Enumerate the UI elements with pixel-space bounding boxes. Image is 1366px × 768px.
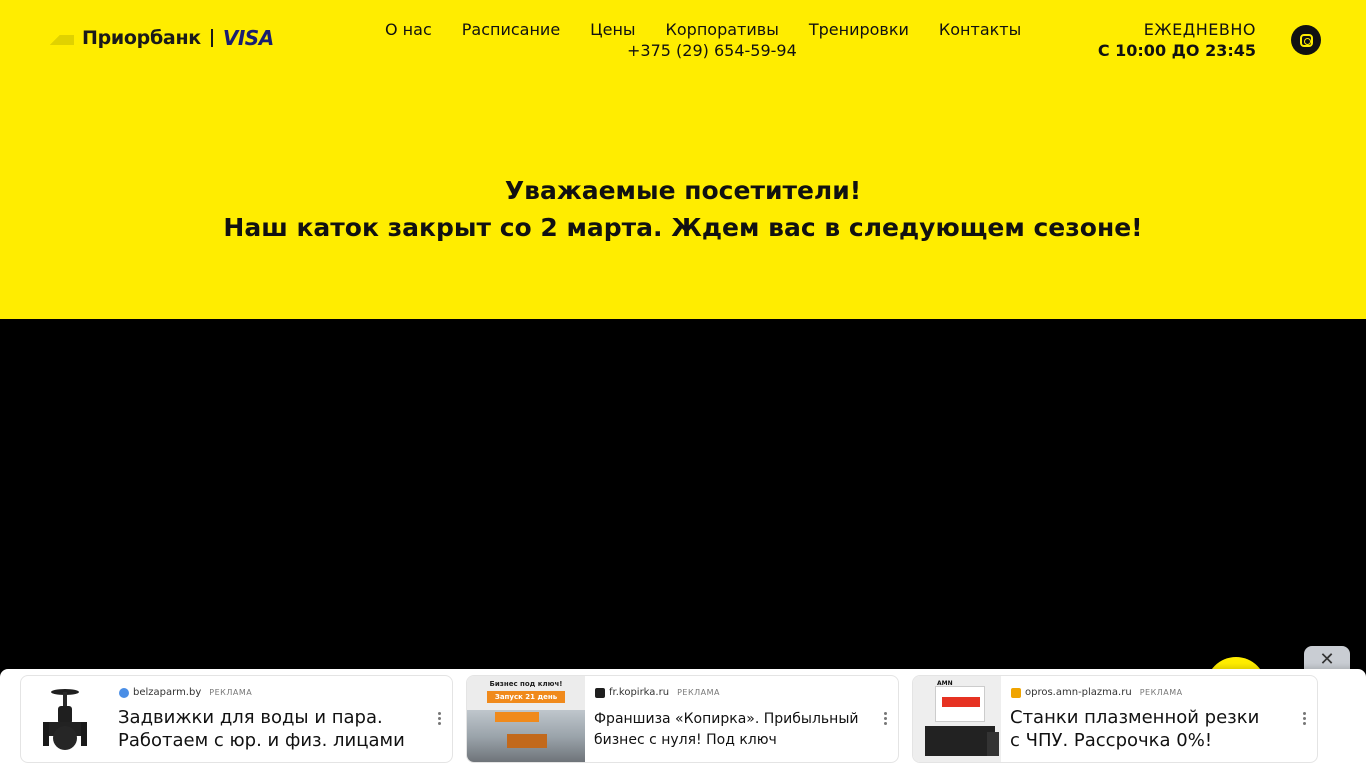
instagram-glyph bbox=[1299, 33, 1313, 47]
ad-label: РЕКЛАМА bbox=[1139, 688, 1183, 697]
ad-image: AMN bbox=[913, 676, 1001, 762]
phone-link[interactable]: +375 (29) 654-59-94 bbox=[627, 41, 797, 61]
ad-source: opros.amn-plazma.ru РЕКЛАМА bbox=[1011, 687, 1183, 698]
ad-label: РЕКЛАМА bbox=[209, 688, 253, 697]
notice-line-1: Уважаемые посетители! bbox=[504, 176, 862, 205]
ad-title-line: Задвижки для воды и пара. bbox=[118, 707, 383, 728]
ad-title-line: бизнес с нуля! Под ключ bbox=[594, 732, 777, 748]
closure-notice: Уважаемые посетители! Наш каток закрыт с… bbox=[0, 172, 1366, 246]
main-nav: О нас Расписание Цены Корпоративы Тренир… bbox=[370, 20, 1036, 40]
ad-title: Станки плазменной резки с ЧПУ. Рассрочка… bbox=[1010, 706, 1259, 752]
hours-value: С 10:00 ДО 23:45 bbox=[1097, 41, 1256, 60]
ad-card-1[interactable]: belzaparm.by РЕКЛАМА Задвижки для воды и… bbox=[20, 675, 453, 763]
logo-divider bbox=[210, 29, 213, 47]
ad-title: Франшиза «Копирка». Прибыльный бизнес с … bbox=[594, 709, 858, 751]
nav-schedule[interactable]: Расписание bbox=[447, 20, 575, 40]
nav-about[interactable]: О нас bbox=[370, 20, 447, 40]
ad-title-line: с ЧПУ. Рассрочка 0%! bbox=[1010, 730, 1213, 751]
promo-poster-bar bbox=[942, 697, 980, 707]
nav-contacts[interactable]: Контакты bbox=[924, 20, 1036, 40]
ad-image-banner: Бизнес под ключ! Запуск 21 день bbox=[467, 676, 585, 710]
ad-card-2[interactable]: Бизнес под ключ! Запуск 21 день fr.kopir… bbox=[466, 675, 899, 763]
ad-title-line: Работаем с юр. и физ. лицами bbox=[118, 730, 405, 751]
more-options-icon[interactable] bbox=[438, 712, 442, 727]
valve-image-icon bbox=[43, 689, 87, 750]
ad-image-text: Бизнес под ключ! bbox=[489, 680, 563, 688]
favicon-icon bbox=[119, 687, 129, 698]
ad-domain: fr.kopirka.ru bbox=[609, 687, 670, 698]
ad-card-3[interactable]: AMN opros.amn-plazma.ru РЕКЛАМА Станки п… bbox=[912, 675, 1318, 763]
ad-image: Бизнес под ключ! Запуск 21 день bbox=[467, 676, 585, 762]
ad-source: fr.kopirka.ru РЕКЛАМА bbox=[595, 687, 720, 698]
favicon-icon bbox=[595, 687, 605, 698]
cnc-machine-image bbox=[925, 726, 995, 756]
notice-line-2: Наш каток закрыт со 2 марта. Ждем вас в … bbox=[223, 213, 1143, 242]
instagram-icon[interactable] bbox=[1291, 25, 1321, 55]
brand-name: Приорбанк bbox=[82, 27, 201, 49]
opening-hours: ЕЖЕДНЕВНО С 10:00 ДО 23:45 bbox=[1098, 20, 1256, 62]
visa-logo: VISA bbox=[222, 26, 274, 50]
kopirka-sign bbox=[495, 712, 539, 722]
ad-title-line: Станки плазменной резки bbox=[1010, 707, 1260, 728]
ad-domain: belzaparm.by bbox=[133, 687, 202, 698]
ad-banner: belzaparm.by РЕКЛАМА Задвижки для воды и… bbox=[0, 669, 1366, 768]
cnc-machine-cabinet bbox=[987, 732, 999, 756]
more-options-icon[interactable] bbox=[1303, 712, 1307, 727]
hours-label: ЕЖЕДНЕВНО bbox=[1143, 20, 1256, 39]
ad-source: belzaparm.by РЕКЛАМА bbox=[119, 687, 252, 698]
favicon-icon bbox=[1011, 687, 1021, 698]
nav-prices[interactable]: Цены bbox=[575, 20, 650, 40]
more-options-icon[interactable] bbox=[884, 712, 888, 727]
ad-title-line: Франшиза «Копирка». Прибыльный bbox=[594, 711, 859, 727]
ad-label: РЕКЛАМА bbox=[677, 688, 720, 697]
header-section: Приорбанк VISA О нас Расписание Цены Кор… bbox=[0, 0, 1366, 319]
nav-corporate[interactable]: Корпоративы bbox=[651, 20, 794, 40]
nav-trainings[interactable]: Тренировки bbox=[794, 20, 924, 40]
ad-domain: opros.amn-plazma.ru bbox=[1025, 687, 1132, 698]
logo[interactable]: Приорбанк VISA bbox=[44, 24, 274, 52]
promo-poster bbox=[935, 686, 985, 722]
ad-title: Задвижки для воды и пара. Работаем с юр.… bbox=[118, 706, 405, 752]
desk-shape bbox=[507, 734, 547, 748]
priorbank-logo-mark-icon bbox=[44, 31, 74, 45]
ad-image-text: Запуск 21 день bbox=[487, 691, 565, 703]
